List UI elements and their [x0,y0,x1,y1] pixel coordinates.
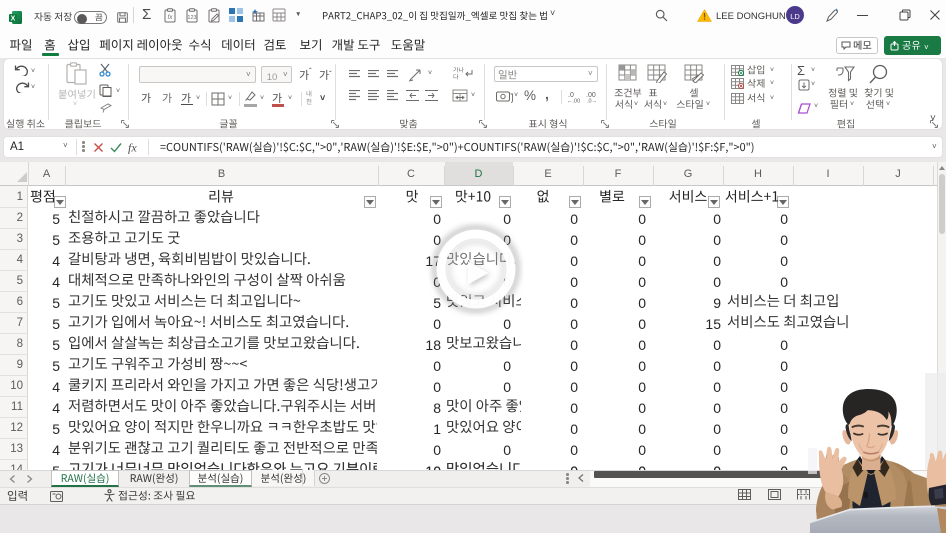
svg-text:←.00: ←.00 [567,99,580,104]
svg-text:X: X [11,16,16,23]
svg-text:fx: fx [128,141,137,155]
svg-text:123: 123 [187,15,196,21]
svg-text:fx: fx [168,15,174,21]
svg-text:.0→: .0→ [587,99,597,104]
